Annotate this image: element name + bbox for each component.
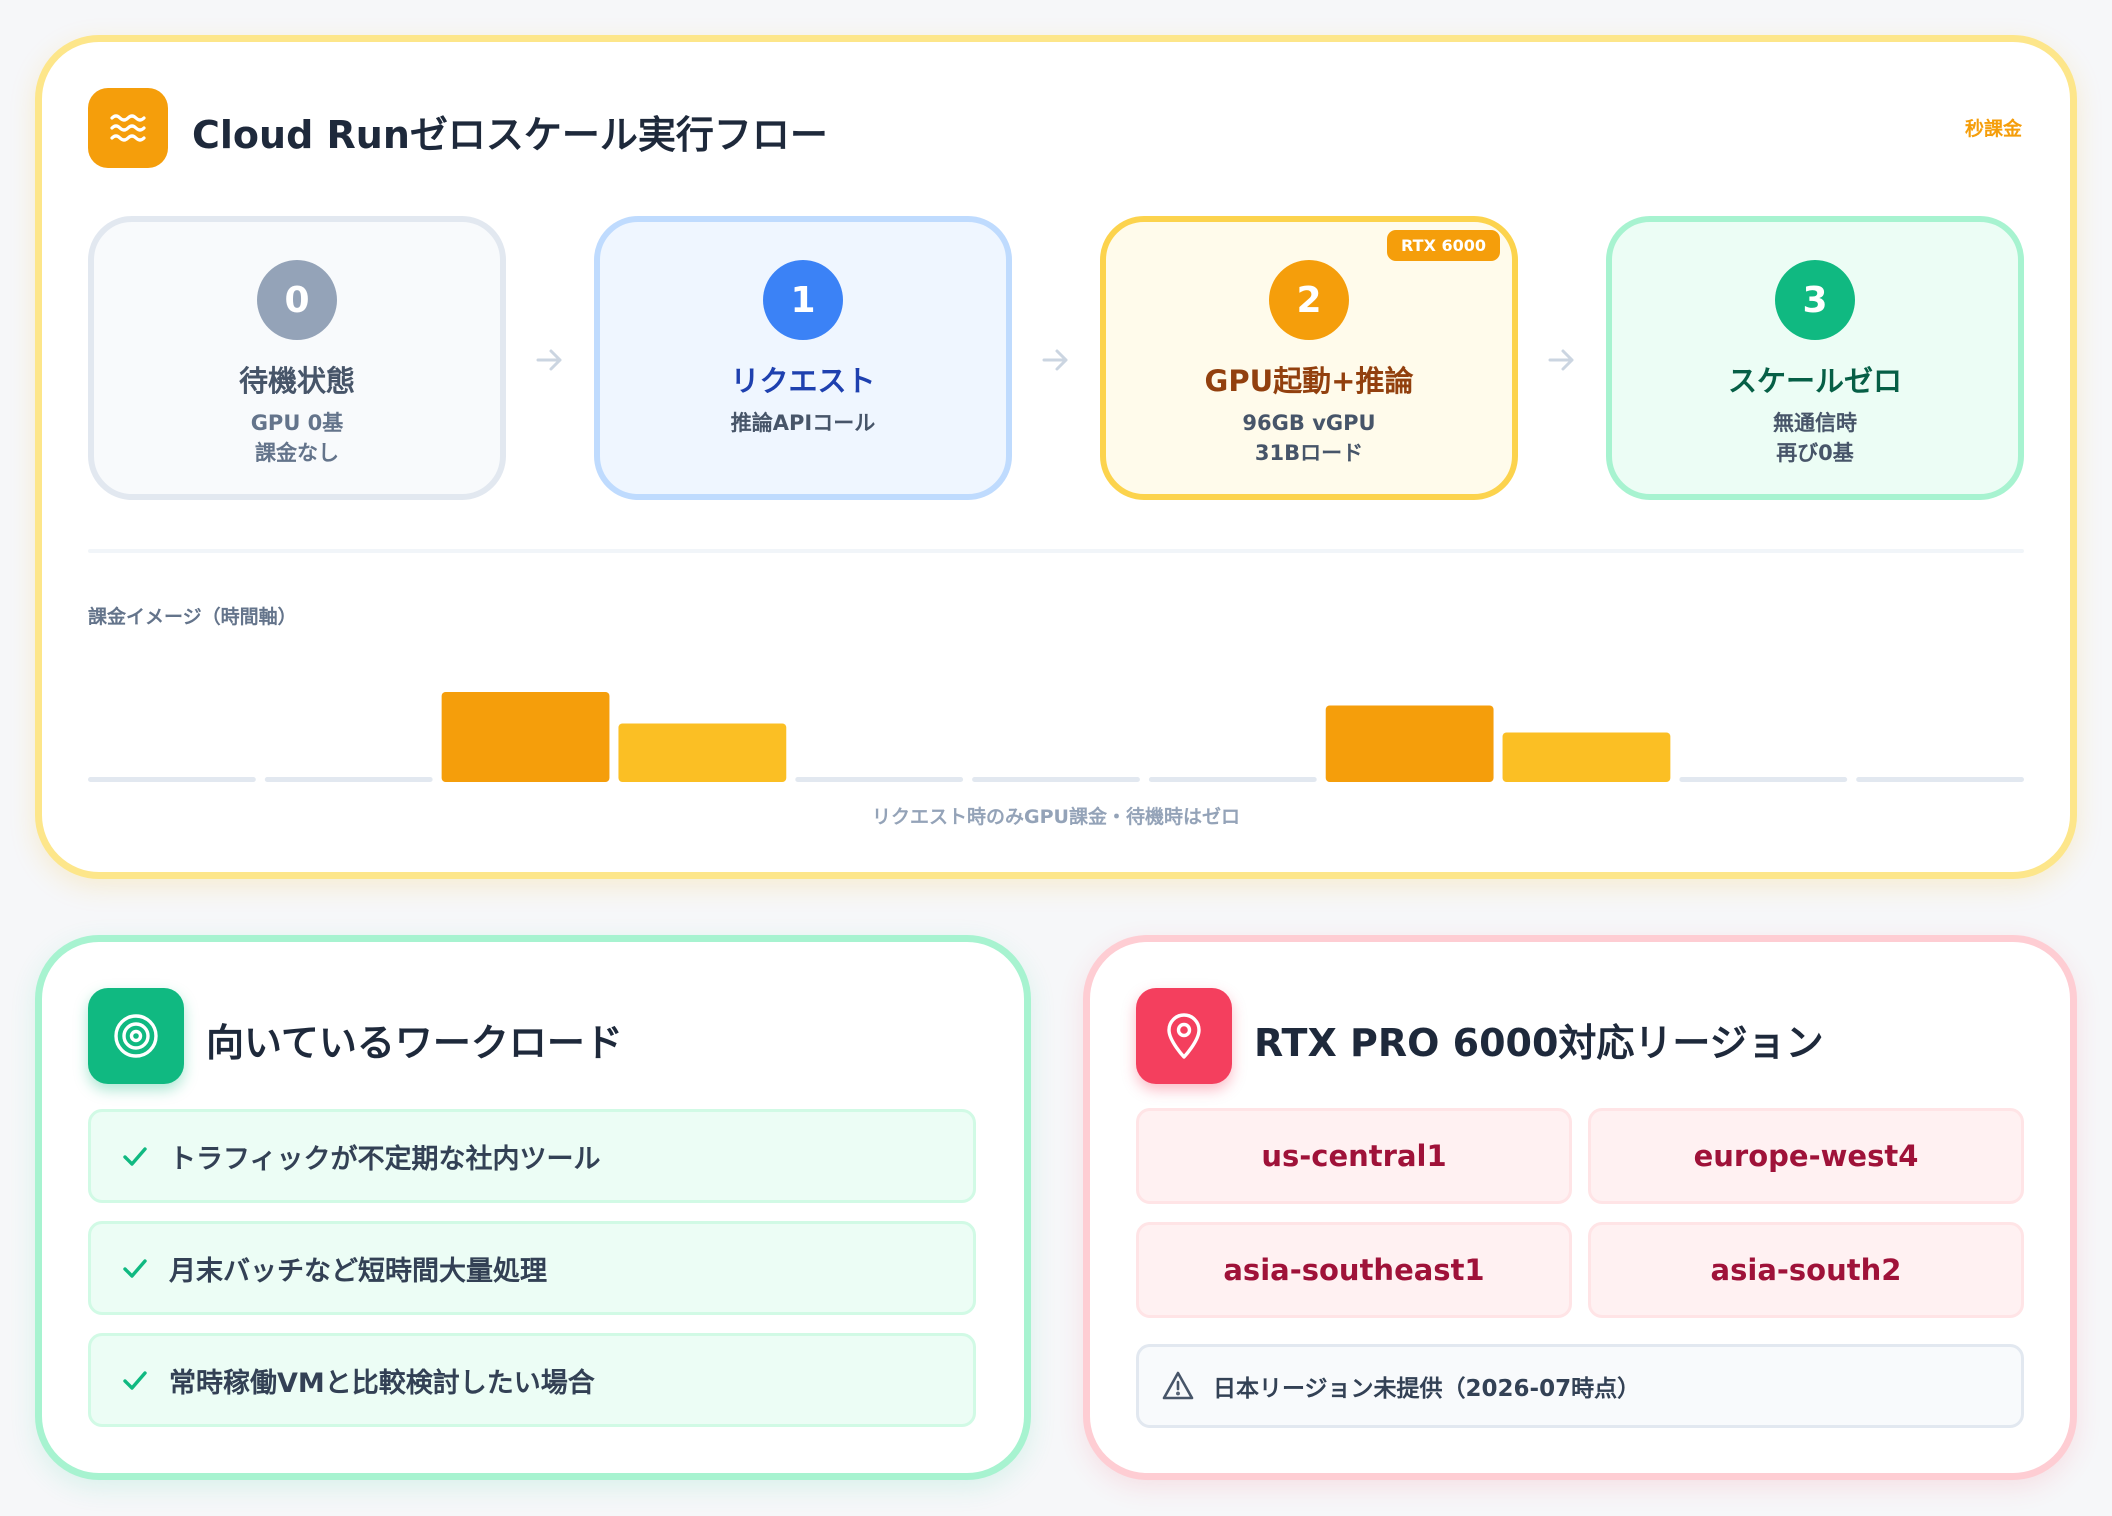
billing-bar [441,692,610,782]
workload-item: 月末バッチなど短時間大量処理 [88,1221,976,1315]
step-number: 1 [763,260,843,340]
billing-chart [88,692,2024,782]
workloads-title: 向いているワークロード [206,1021,623,1065]
idle-segment [1679,777,1848,782]
idle-segment [264,777,433,782]
step-description: GPU 0基 課金なし [94,408,500,468]
flow-title: Cloud Runゼロスケール実行フロー [192,113,828,157]
step-line: 推論APIコール [730,411,876,435]
region-notice: 日本リージョン未提供（2026-07時点） [1136,1344,2024,1428]
chart-label: 課金イメージ（時間軸） [88,606,297,628]
idle-segment [1148,777,1317,782]
arrow-right-icon [536,349,562,371]
step-title: 待機状態 [238,364,355,398]
warning-icon [1162,1371,1194,1400]
chart-note: リクエスト時のみGPU課金・待機時はゼロ [872,806,1240,828]
step-title: スケールゼロ [1727,364,1902,398]
workload-item: トラフィックが不定期な社内ツール [88,1109,976,1203]
check-icon [123,1147,147,1166]
step-line: 96GB vGPU [1242,411,1376,435]
region-chip: europe-west4 [1588,1108,2024,1204]
step-line: 31Bロード [1254,441,1364,465]
workload-item: 常時稼働VMと比較検討したい場合 [88,1333,976,1427]
idle-segment [88,777,256,782]
arrow-right-icon [1042,349,1068,371]
step-line: GPU 0基 [250,411,344,435]
step-number: 2 [1269,260,1349,340]
divider [88,549,2024,553]
map-pin-icon [1136,988,1232,1084]
workload-text: トラフィックが不定期な社内ツール [169,1143,601,1175]
step-title: GPU起動+推論 [1204,364,1414,398]
check-icon [123,1259,147,1278]
step-scale-zero: 3 スケールゼロ 無通信時 再び0基 [1606,216,2024,500]
gpu-badge: RTX 6000 [1387,230,1500,261]
regions-title: RTX PRO 6000対応リージョン [1254,1021,1824,1065]
check-icon [123,1371,147,1390]
idle-segment [795,777,964,782]
step-line: 無通信時 [1773,411,1857,435]
billing-bar [1325,705,1494,782]
billing-bar [1502,732,1671,782]
step-description: 96GB vGPU 31Bロード [1106,408,1512,468]
step-idle: 0 待機状態 GPU 0基 課金なし [88,216,506,500]
region-chip: us-central1 [1136,1108,1572,1204]
idle-segment [1856,777,2024,782]
region-chip: asia-south2 [1588,1222,2024,1318]
notice-text: 日本リージョン未提供（2026-07時点） [1213,1376,1641,1402]
idle-segment [972,777,1140,782]
step-line: 課金なし [255,441,339,465]
waves-icon [88,88,168,168]
workload-text: 常時稼働VMと比較検討したい場合 [169,1367,595,1399]
arrow-right-icon [1548,349,1574,371]
step-description: 無通信時 再び0基 [1612,408,2018,468]
step-description: 推論APIコール [600,408,1006,438]
workload-text: 月末バッチなど短時間大量処理 [169,1255,547,1287]
step-title: リクエスト [730,364,876,398]
region-chip: asia-southeast1 [1136,1222,1572,1318]
billing-bar [618,723,787,782]
step-gpu-inference: RTX 6000 2 GPU起動+推論 96GB vGPU 31Bロード [1100,216,1518,500]
billing-label: 秒課金 [1964,118,2022,140]
step-request: 1 リクエスト 推論APIコール [594,216,1012,500]
target-icon [88,988,184,1084]
step-number: 3 [1775,260,1855,340]
step-number: 0 [257,260,337,340]
step-line: 再び0基 [1776,441,1854,465]
